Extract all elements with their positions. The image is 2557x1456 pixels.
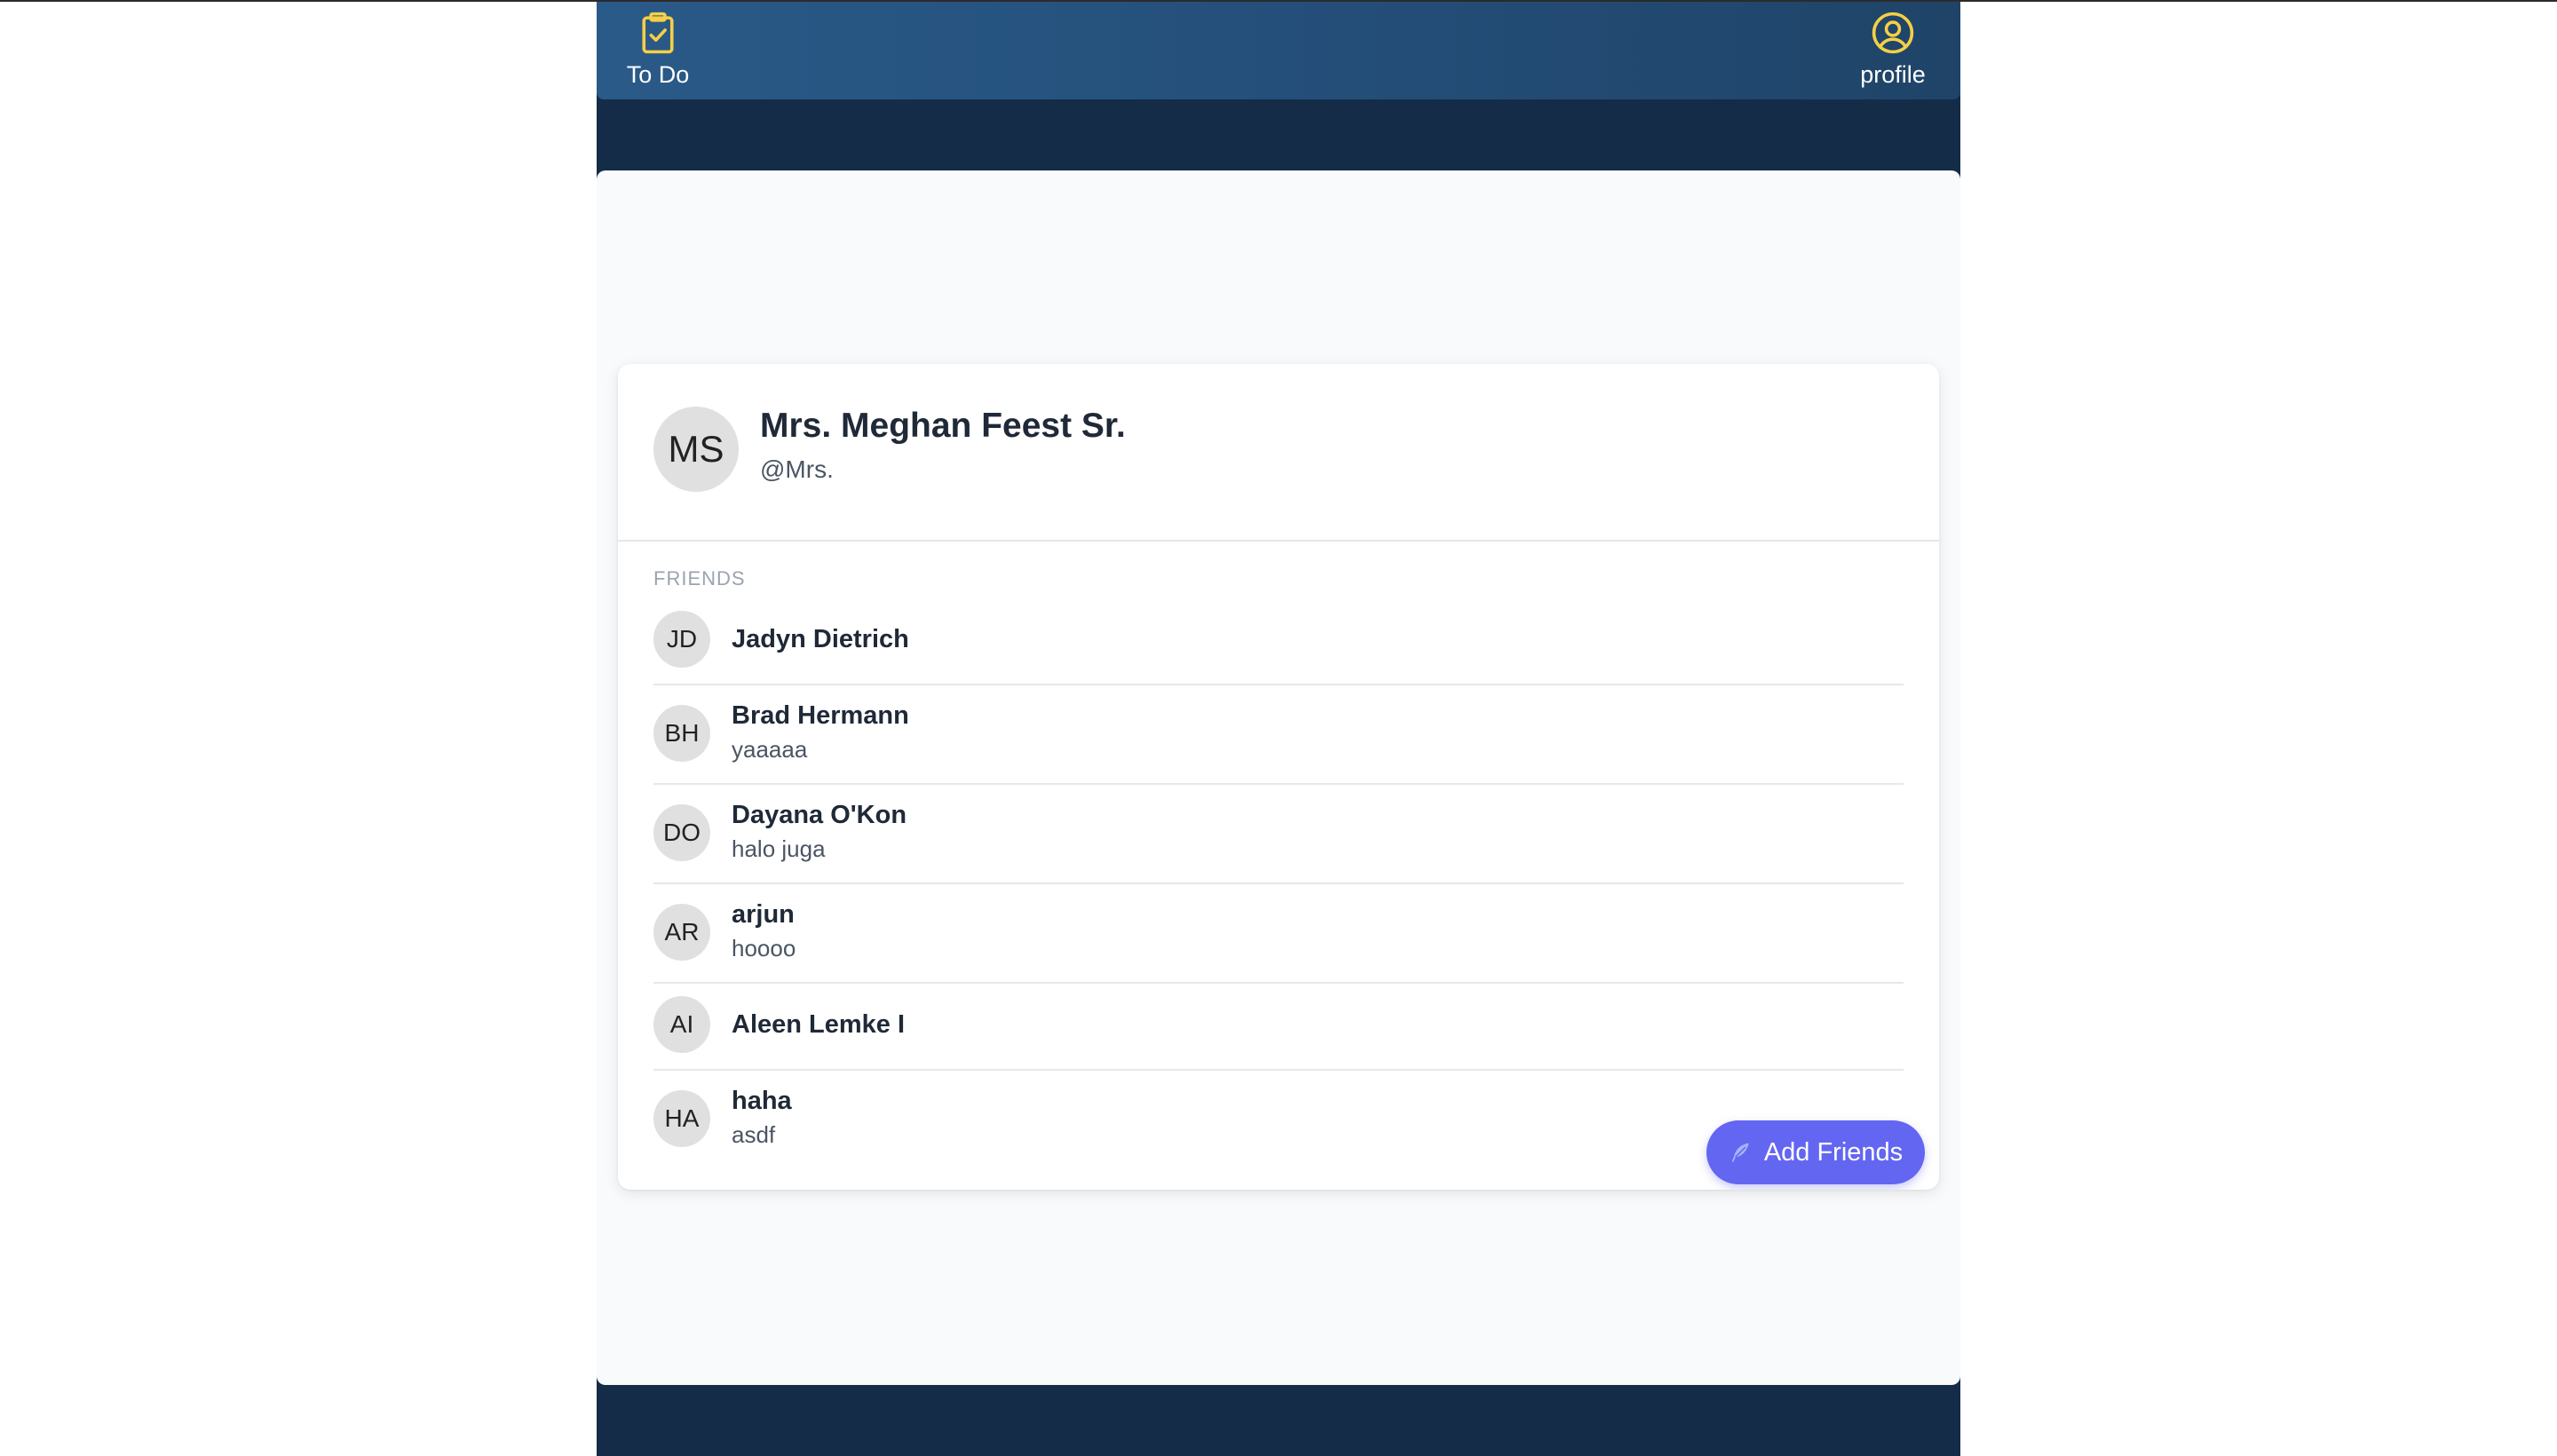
friend-status: asdf <box>732 1121 776 1148</box>
friend-row[interactable]: AR arjun hoooo <box>653 884 1904 984</box>
nav-label-profile: profile <box>1860 61 1926 88</box>
add-friends-label: Add Friends <box>1763 1137 1904 1167</box>
nav-item-todo[interactable]: To Do <box>620 9 696 89</box>
friends-list: JD Jadyn Dietrich BH Brad Hermann yaaaaa… <box>653 598 1904 1170</box>
profile-header: MS Mrs. Meghan Feest Sr. @Mrs. <box>618 364 1939 542</box>
friend-avatar: HA <box>653 1090 710 1147</box>
friend-row[interactable]: AI Aleen Lemke I <box>653 984 1904 1071</box>
friend-status: halo juga <box>732 835 826 862</box>
top-navigation: To Do profile <box>597 2 1960 99</box>
clipboard-check-icon <box>642 12 674 54</box>
friend-name: Brad Hermann <box>732 701 909 730</box>
friend-avatar: DO <box>653 804 710 861</box>
friend-avatar: BH <box>653 705 710 762</box>
friend-status: hoooo <box>732 935 796 961</box>
friend-avatar: AR <box>653 904 710 961</box>
profile-name: Mrs. Meghan Feest Sr. <box>760 407 1126 445</box>
friends-heading: FRIENDS <box>653 567 746 590</box>
friend-row[interactable]: DO Dayana O'Kon halo juga <box>653 785 1904 884</box>
friend-name: Aleen Lemke I <box>732 1010 906 1039</box>
user-circle-icon <box>1872 12 1914 54</box>
add-friends-button[interactable]: Add Friends <box>1706 1120 1925 1184</box>
profile-card: MS Mrs. Meghan Feest Sr. @Mrs. FRIENDS J… <box>618 364 1939 1190</box>
app-shell: To Do profile MS Mrs. Meghan Feest Sr. @… <box>597 2 1960 1456</box>
friend-row[interactable]: JD Jadyn Dietrich <box>653 598 1904 685</box>
friend-avatar: AI <box>653 996 710 1053</box>
friend-name: haha <box>732 1087 792 1115</box>
friend-name: Jadyn Dietrich <box>732 625 909 653</box>
nav-item-profile[interactable]: profile <box>1848 9 1937 89</box>
friend-avatar: JD <box>653 611 710 668</box>
content-panel: MS Mrs. Meghan Feest Sr. @Mrs. FRIENDS J… <box>597 170 1960 1385</box>
friend-name: arjun <box>732 900 795 929</box>
friend-status: yaaaaa <box>732 736 808 763</box>
feather-icon <box>1731 1143 1749 1162</box>
friend-row[interactable]: BH Brad Hermann yaaaaa <box>653 685 1904 785</box>
profile-avatar: MS <box>653 407 739 492</box>
friend-name: Dayana O'Kon <box>732 801 907 829</box>
profile-handle: @Mrs. <box>760 455 834 483</box>
nav-label-todo: To Do <box>626 61 690 88</box>
